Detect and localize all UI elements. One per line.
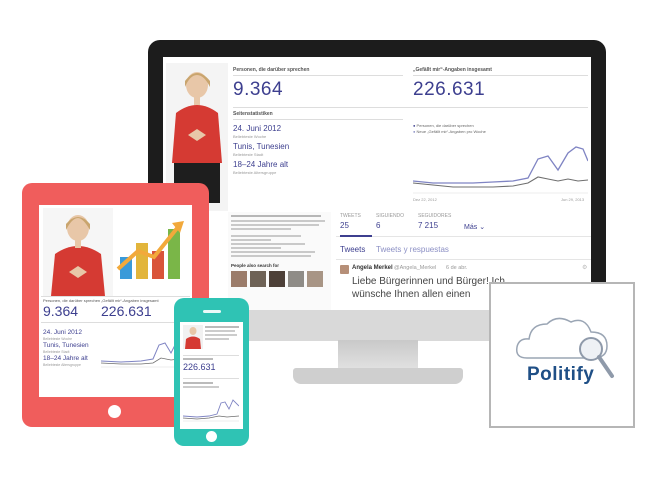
tab-followers[interactable]: SEGUIDORES 7 215	[418, 213, 458, 237]
related-person-thumb[interactable]	[307, 271, 323, 287]
tab-following-count: 6	[376, 221, 381, 230]
stat-age-caption: Beliebteste Altersgruppe	[43, 363, 81, 367]
related-person-thumb[interactable]	[269, 271, 285, 287]
related-people	[231, 271, 328, 287]
chart-legend: ● Personen, die darüber sprechen ● Neue …	[413, 123, 486, 134]
text-line	[231, 255, 311, 257]
text-line	[231, 235, 301, 237]
tab-followers-count: 7 215	[418, 221, 439, 230]
text-line	[205, 338, 229, 340]
text-line	[205, 334, 237, 336]
subtab-tweets[interactable]: Tweets	[340, 245, 365, 254]
stat-age-value: 18–24 Jahre alt	[233, 160, 289, 169]
likes-value: 226.631	[183, 362, 216, 372]
related-person-thumb[interactable]	[250, 271, 266, 287]
stat-city-caption: Beliebteste Stadt	[43, 350, 70, 354]
tweet-handle[interactable]: @Angela_Merkel	[394, 265, 436, 271]
text-line	[183, 386, 219, 388]
stat-city-value: Tunis, Tunesien	[233, 142, 290, 151]
divider	[41, 296, 190, 297]
divider	[413, 75, 588, 76]
text-line	[231, 224, 319, 226]
likes-value: 226.631	[101, 303, 152, 319]
legend-item: Neue „Gefällt mir“-Angaben pro Woche	[416, 129, 486, 134]
tab-tweets-label: TWEETS	[340, 213, 361, 219]
gear-icon[interactable]: ⚙	[582, 264, 587, 271]
phone-home-button[interactable]	[206, 431, 217, 442]
related-person-thumb[interactable]	[288, 271, 304, 287]
stat-week-caption: Beliebteste Woche	[43, 337, 73, 341]
text-line	[231, 251, 315, 253]
politify-logo-box: Politify	[489, 282, 635, 428]
desktop-screen: Personen, die darüber sprechen 9.364 „Ge…	[163, 57, 591, 310]
tablet-home-button[interactable]	[108, 405, 121, 418]
chart-x-start: Dez 22, 2012	[413, 197, 437, 202]
likes-value: 226.631	[413, 79, 486, 100]
logo-text: Politify	[527, 364, 595, 385]
divider	[233, 119, 403, 120]
text-line	[183, 382, 213, 384]
divider	[183, 355, 239, 356]
chevron-down-icon: ⌄	[479, 224, 486, 231]
likes-label: „Gefällt mir“-Angaben insgesamt	[413, 67, 492, 73]
text-line	[231, 215, 321, 217]
likes-line-chart	[413, 146, 588, 194]
tab-following-label: SIGUIENDO	[376, 213, 405, 219]
tab-followers-label: SEGUIDORES	[418, 213, 452, 219]
text-line	[183, 358, 213, 360]
phone-speaker	[203, 310, 221, 313]
info-panel: People also search for	[228, 212, 331, 310]
divider	[336, 259, 591, 260]
legend-item: Personen, die darüber sprechen	[416, 123, 474, 128]
tab-tweets-count: 25	[340, 221, 349, 230]
divider	[233, 107, 588, 108]
persons-value: 9.364	[233, 79, 284, 100]
profile-photo	[183, 325, 203, 349]
text-line	[231, 220, 325, 222]
stat-week-value: 24. Juni 2012	[43, 329, 83, 336]
stat-age-caption: Beliebteste Altersgruppe	[233, 170, 277, 175]
avatar[interactable]	[340, 265, 349, 274]
text-line	[231, 228, 291, 230]
stat-week-caption: Beliebteste Woche	[233, 134, 267, 139]
monitor-base	[293, 368, 463, 384]
tweet-date[interactable]: 6 de abr.	[446, 265, 467, 271]
phone-screen: 226.631	[180, 322, 243, 429]
divider	[233, 75, 403, 76]
tweet-author[interactable]: Angela Merkel	[352, 265, 393, 271]
more-menu[interactable]: Más ⌄	[464, 223, 485, 231]
divider	[183, 378, 239, 379]
text-line	[205, 326, 239, 328]
more-label: Más	[464, 224, 478, 231]
chart-x-end: Jun 29, 2013	[561, 197, 585, 202]
text-line	[231, 243, 305, 245]
tablet-screen: Personen, die darüber sprechen „Gefällt …	[39, 205, 192, 397]
persons-value: 9.364	[43, 303, 79, 319]
monitor-stand	[338, 340, 418, 370]
divider	[41, 322, 190, 323]
stat-city-value: Tunis, Tunesien	[43, 342, 89, 349]
related-person-thumb[interactable]	[231, 271, 247, 287]
subtab-tweets-replies[interactable]: Tweets y respuestas	[376, 245, 449, 254]
tab-tweets[interactable]: TWEETS 25	[340, 213, 372, 237]
stat-city-caption: Beliebteste Stadt	[233, 152, 264, 157]
stat-week-value: 24. Juni 2012	[233, 124, 282, 133]
profile-photo	[43, 208, 113, 296]
stat-age-value: 18–24 Jahre alt	[43, 355, 88, 362]
text-line	[231, 239, 271, 241]
phone-line-chart	[183, 399, 239, 422]
tab-following[interactable]: SIGUIENDO 6	[376, 213, 412, 237]
bar-chart-graphic	[116, 221, 184, 279]
page-stats-label: Seitenstatistiken	[233, 111, 273, 117]
text-line	[205, 330, 235, 332]
text-line	[231, 247, 281, 249]
persons-label: Personen, die darüber sprechen	[233, 67, 310, 73]
people-also-search-label: People also search for	[231, 263, 280, 268]
twitter-stats-bar: TWEETS 25 SIGUIENDO 6 SEGUIDORES 7 215 M…	[336, 209, 591, 237]
